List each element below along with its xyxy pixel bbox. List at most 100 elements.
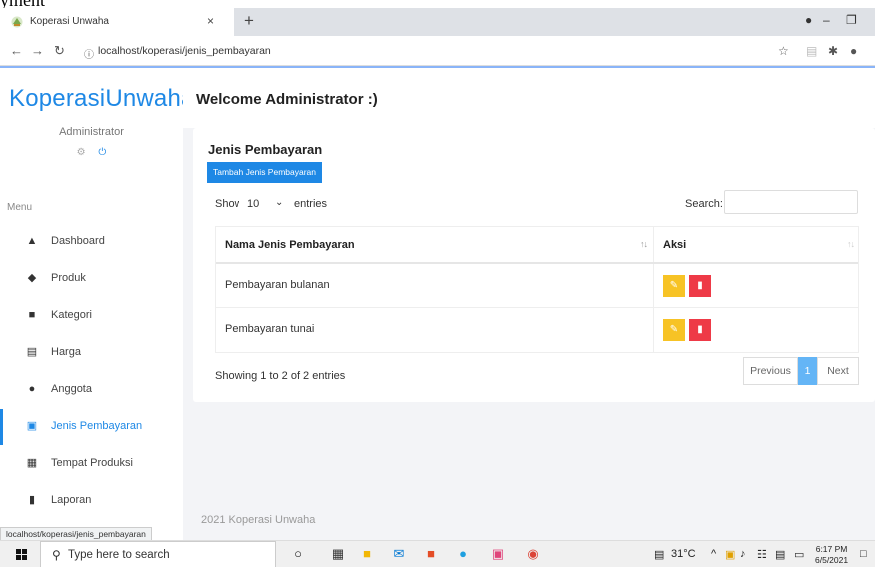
table-row: Pembayaran tunai ✎ ▮ [216,308,858,352]
search-icon: ⚲ [52,548,61,562]
reader-icon[interactable]: ▤ [806,44,817,58]
tray-app-icon[interactable]: ▣ [725,548,735,561]
sidebar-item-dashboard[interactable]: ▲ Dashboard [0,224,183,260]
power-icon[interactable]: ⏻ [98,147,106,158]
app-logo[interactable]: KoperasiUnwaha [9,85,195,113]
settings-gear-icon[interactable]: ⚙ [77,147,86,158]
next-page-button[interactable]: Next [817,357,859,385]
chrome-icon[interactable]: ◉ [525,546,541,562]
cell-actions: ✎ ▮ [654,264,860,307]
payment-types-table: Nama Jenis Pembayaran ↑↓ Aksi ↑↓ Pembaya… [215,226,859,353]
taskbar-search-box[interactable]: ⚲ Type here to search [40,541,276,567]
profile-circle-icon[interactable]: ● [805,13,812,27]
column-header-actions[interactable]: Aksi ↑↓ [654,227,860,262]
sidebar-item-laporan[interactable]: ▮ Laporan [0,483,183,519]
sidebar-item-tempat-produksi[interactable]: ▦ Tempat Produksi [0,446,183,482]
sidebar: KoperasiUnwaha Administrator ⚙ ⏻ Menu ▲ … [0,68,194,540]
tab-close-icon[interactable]: × [207,14,214,28]
task-view-icon[interactable]: ▦ [330,546,346,562]
sublime-icon[interactable]: ■ [423,546,439,562]
cell-actions: ✎ ▮ [654,308,860,352]
bookmark-star-icon[interactable]: ☆ [778,44,789,58]
home-icon: ▲ [26,235,38,247]
notification-icon[interactable]: □ [860,548,867,560]
entries-per-page-select[interactable]: 10 ⌄ [239,193,293,215]
sort-icon: ↑↓ [640,239,648,249]
back-arrow-icon[interactable]: ← [10,43,23,58]
temperature-text[interactable]: 31°C [671,548,696,560]
price-icon: ▤ [26,346,38,358]
page-1-button[interactable]: 1 [798,357,817,385]
info-icon[interactable]: ⓘ [84,46,94,61]
trash-icon: ▮ [697,280,703,291]
sidebar-item-label: Harga [51,346,81,358]
table-info: Showing 1 to 2 of 2 entries [215,370,346,382]
minimize-icon[interactable]: – [823,13,830,27]
menu-label: Menu [7,202,33,213]
footer-text: 2021 Koperasi Unwaha [201,514,316,526]
address-bar: ← → ↻ ⓘ localhost/koperasi/jenis_pembaya… [0,36,875,66]
taskbar-search-placeholder: Type here to search [68,549,170,561]
file-explorer-icon[interactable]: ■ [359,546,375,562]
site-favicon-icon [11,16,23,28]
edit-button[interactable]: ✎ [663,275,685,297]
card-title: Jenis Pembayaran [208,142,323,157]
cell-name: Pembayaran bulanan [216,264,654,307]
pencil-icon: ✎ [669,280,679,291]
search-input[interactable] [724,190,858,214]
account-icon[interactable]: ● [850,44,857,58]
sidebar-item-harga[interactable]: ▤ Harga [0,335,183,371]
sidebar-item-label: Jenis Pembayaran [51,420,143,432]
browser-tab-bar: Koperasi Unwaha × + ● – ❐ [0,8,875,36]
language-icon[interactable]: ▤ [775,548,785,561]
previous-page-button[interactable]: Previous [743,357,798,385]
column-header-label: Aksi [663,239,687,251]
sidebar-item-kategori[interactable]: ■ Kategori [0,298,183,334]
browser-tab[interactable]: Koperasi Unwaha × [0,8,234,36]
search-label: Search: [685,198,723,210]
column-header-name[interactable]: Nama Jenis Pembayaran ↑↓ [216,227,654,262]
admin-name: Administrator [59,126,124,138]
restore-icon[interactable]: ❐ [846,13,857,27]
taskbar: ⚲ Type here to search ○ ▦ ■ ✉ ■ ● ▣ ◉ ▤ … [0,540,875,567]
content-card: Jenis Pembayaran Tambah Jenis Pembayaran… [193,128,875,402]
edge-icon[interactable]: ● [455,546,471,562]
welcome-title: Welcome Administrator :) [196,91,378,108]
wallet-icon: ▣ [26,420,38,432]
chevron-up-icon[interactable]: ^ [711,548,716,560]
sidebar-item-label: Anggota [51,383,92,395]
cortana-icon[interactable]: ○ [290,546,306,562]
building-icon: ▦ [26,457,38,469]
sidebar-item-anggota[interactable]: ● Anggota [0,372,183,408]
category-icon: ■ [28,309,36,321]
network-icon[interactable]: ☷ [757,548,767,561]
pencil-icon: ✎ [669,324,679,335]
main-content: Welcome Administrator :) Jenis Pembayara… [183,68,875,540]
reload-icon[interactable]: ↻ [54,43,65,59]
forward-arrow-icon[interactable]: → [31,43,44,58]
url-text[interactable]: localhost/koperasi/jenis_pembayaran [98,45,271,57]
speaker-icon[interactable]: ♪ [740,548,746,560]
extensions-icon[interactable]: ✱ [828,44,838,58]
mail-icon[interactable]: ✉ [391,546,407,562]
column-header-label: Nama Jenis Pembayaran [225,239,355,251]
battery-icon[interactable]: ▭ [794,548,804,561]
delete-button[interactable]: ▮ [689,275,711,297]
new-tab-button[interactable]: + [244,11,254,31]
xampp-icon[interactable]: ▣ [490,546,506,562]
sidebar-item-produk[interactable]: ◆ Produk [0,261,183,297]
system-clock[interactable]: 6:17 PM 6/5/2021 [815,544,848,566]
sidebar-item-label: Tempat Produksi [51,457,133,469]
tag-icon: ◆ [27,272,37,284]
payment-type-name: Pembayaran tunai [225,323,315,335]
delete-button[interactable]: ▮ [689,319,711,341]
sidebar-item-jenis-pembayaran[interactable]: ▣ Jenis Pembayaran [0,409,183,445]
chevron-down-icon: ⌄ [275,197,284,208]
cell-name: Pembayaran tunai [216,308,654,352]
edit-button[interactable]: ✎ [663,319,685,341]
windows-start-icon[interactable] [16,549,27,560]
weather-icon[interactable]: ▤ [654,548,664,561]
users-icon: ● [28,383,36,395]
top-header: Welcome Administrator :) [183,68,875,128]
add-payment-type-button[interactable]: Tambah Jenis Pembayaran [207,162,323,183]
